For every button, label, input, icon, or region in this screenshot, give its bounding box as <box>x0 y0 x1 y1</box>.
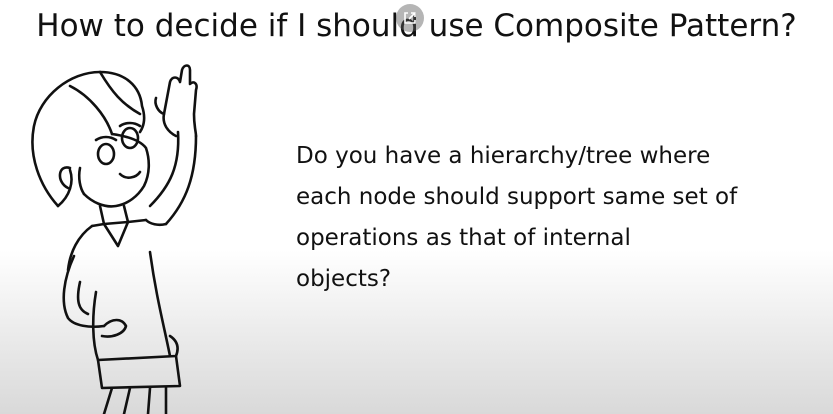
girl-raising-hand-illustration <box>31 64 198 414</box>
question-line-3: operations as that of internal <box>296 225 631 251</box>
question-line-1: Do you have a hierarchy/tree where <box>296 143 711 169</box>
question-line-4: objects? <box>296 266 392 292</box>
question-line-2: each node should support same set of <box>296 184 738 210</box>
popout-button[interactable] <box>396 4 424 32</box>
external-link-icon <box>404 12 416 24</box>
question-text: Do you have a hierarchy/tree where each … <box>296 136 796 300</box>
